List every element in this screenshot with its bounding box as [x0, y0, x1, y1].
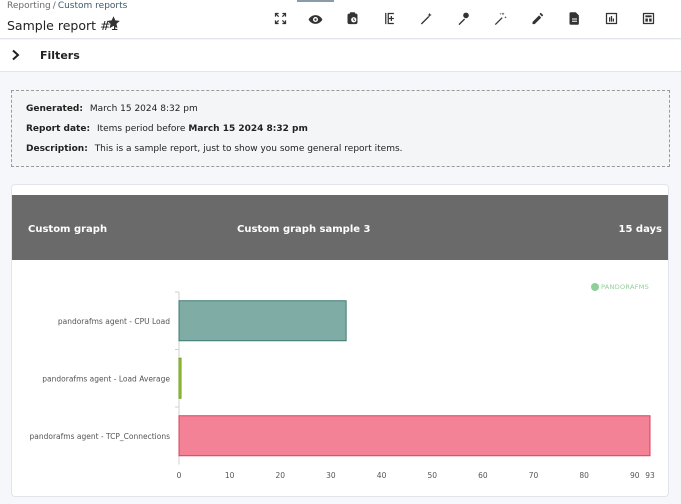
filters-toggle[interactable]: Filters [0, 40, 681, 72]
description-row: Description: This is a sample report, ju… [26, 144, 403, 154]
generated-label: Generated: [26, 104, 83, 114]
x-tick-label: 20 [276, 471, 286, 480]
scheduled-icon [347, 12, 358, 25]
fullscreen-icon [274, 12, 287, 25]
bar-1 [178, 357, 182, 399]
pin-icon [458, 12, 469, 26]
tab-report-grid[interactable] [630, 0, 667, 37]
x-tick-label: 40 [377, 471, 387, 480]
breadcrumb: Reporting / Custom reports [7, 1, 127, 11]
tab-scheduled[interactable] [334, 0, 371, 37]
tab-wizard[interactable] [482, 0, 519, 37]
x-tick-label: 10 [225, 471, 235, 480]
x-tick-label: 30 [326, 471, 336, 480]
generated-row: Generated: March 15 2024 8:32 pm [26, 104, 198, 114]
x-tick-label: 0 [177, 471, 182, 480]
breadcrumb-separator: / [52, 1, 56, 11]
header-bar: Reporting / Custom reports Sample report #… [0, 0, 681, 39]
report-date-label: Report date: [26, 124, 91, 134]
report-date-prefix: Items period before [96, 124, 186, 134]
chevron-right-icon [12, 49, 20, 61]
pencil-icon [532, 12, 544, 25]
filters-label: Filters [40, 49, 80, 62]
tab-magic[interactable] [408, 0, 445, 37]
description-label: Description: [26, 144, 88, 154]
x-tick-label: 50 [427, 471, 437, 480]
x-tick-label: 70 [529, 471, 539, 480]
bar-0 [178, 300, 347, 342]
document-icon [569, 12, 579, 25]
tab-fullscreen[interactable] [262, 0, 299, 37]
report-grid-icon [642, 12, 655, 25]
tab-document[interactable] [556, 0, 593, 37]
description-value: This is a sample report, just to show yo… [94, 144, 403, 154]
add-item-icon [385, 12, 394, 25]
page-title: Sample report #1 [7, 18, 119, 33]
tab-add-item[interactable] [371, 0, 408, 37]
report-info-box: Generated: March 15 2024 8:32 pm Report … [11, 90, 670, 167]
wizard-icon [494, 12, 507, 25]
bar-chart-icon [605, 12, 618, 25]
x-tick-label: 90 [630, 471, 640, 480]
tab-bar-chart[interactable] [593, 0, 630, 37]
category-label: pandorafms agent - CPU Load [58, 317, 170, 326]
breadcrumb-current[interactable]: Custom reports [58, 1, 128, 11]
category-label: pandorafms agent - Load Average [42, 374, 170, 383]
report-date-row: Report date: Items period before March 1… [26, 124, 308, 134]
report-item-card: Custom graph Custom graph sample 3 15 da… [11, 184, 669, 497]
category-label: pandorafms agent - TCP_Connections [29, 432, 170, 441]
tab-view[interactable] [297, 0, 334, 37]
bar-2 [178, 415, 651, 457]
custom-graph-chart: pandorafms agent - CPU Load pandorafms ag… [29, 291, 655, 480]
tab-edit[interactable] [519, 0, 556, 37]
favorite-star-icon[interactable] [106, 15, 121, 30]
x-tick-label: 93 [645, 471, 655, 480]
magic-wand-icon [420, 12, 432, 25]
x-tick-label: 60 [478, 471, 488, 480]
breadcrumb-root[interactable]: Reporting [7, 1, 51, 11]
eye-icon [308, 15, 323, 24]
generated-value: March 15 2024 8:32 pm [89, 104, 198, 114]
tab-pin[interactable] [445, 0, 482, 37]
report-date-value: March 15 2024 8:32 pm [188, 124, 308, 134]
x-tick-label: 80 [579, 471, 589, 480]
